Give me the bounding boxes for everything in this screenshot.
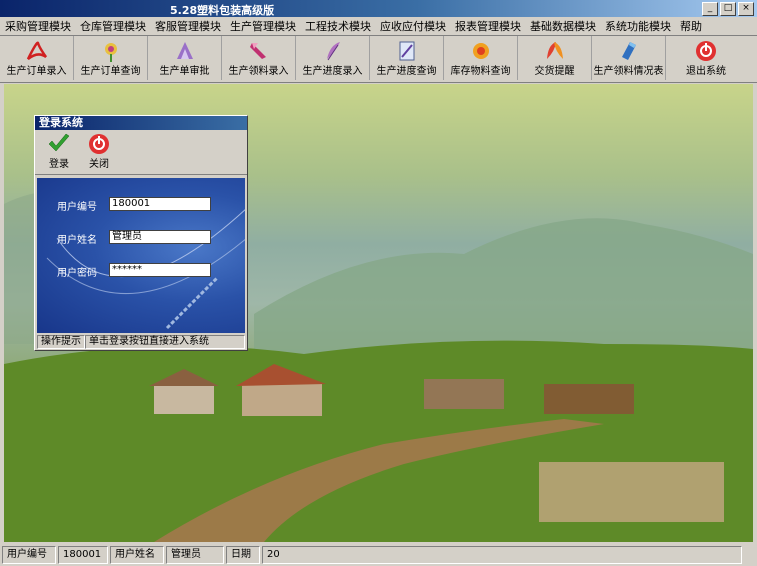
status-date-value: 20 <box>262 546 742 564</box>
login-button[interactable]: 登录 <box>39 130 79 172</box>
toolbar-label: 生产单审批 <box>159 66 210 77</box>
material-requisition-entry-button[interactable]: 生产领料录入 <box>222 36 296 80</box>
window-title: 5.28塑料包装高级版 <box>170 4 275 17</box>
login-button-label: 登录 <box>49 159 69 170</box>
toolbar-label: 交货提醒 <box>534 66 575 77</box>
stamp-icon <box>176 42 193 59</box>
feather-icon <box>326 42 340 61</box>
exit-system-button[interactable]: 退出系统 <box>666 36 746 80</box>
toolbar-label: 生产订单查询 <box>80 66 141 77</box>
toolbar-label: 库存物料查询 <box>450 66 511 77</box>
delivery-reminder-button[interactable]: 交货提醒 <box>518 36 592 80</box>
password-label: 用户密码 <box>57 268 97 279</box>
flower-icon <box>104 43 117 62</box>
progress-entry-button[interactable]: 生产进度录入 <box>296 36 370 80</box>
dialog-status-bar: 操作提示 单击登录按钮直接进入系统 <box>37 335 245 349</box>
production-order-entry-button[interactable]: 生产订单录入 <box>0 36 74 80</box>
hint-label: 操作提示 <box>37 335 85 349</box>
dialog-title: 登录系统 <box>35 116 247 130</box>
login-form-panel: 用户编号 180001 用户姓名 管理员 用户密码 ****** <box>37 178 245 333</box>
toolbar: 生产订单录入 生产订单查询 生产单审批 生产领料录入 生产进度录入 生产进度查询 <box>0 36 757 83</box>
inventory-query-button[interactable]: 库存物料查询 <box>444 36 518 80</box>
requisition-report-button[interactable]: 生产领料情况表 <box>592 36 666 80</box>
production-order-approval-button[interactable]: 生产单审批 <box>148 36 222 80</box>
menu-system[interactable]: 系统功能模块 <box>600 18 675 34</box>
menu-help[interactable]: 帮助 <box>675 18 706 34</box>
production-order-query-button[interactable]: 生产订单查询 <box>74 36 148 80</box>
minimize-button[interactable]: _ <box>702 2 718 16</box>
window-controls: _ □ × <box>702 2 754 16</box>
menu-purchase[interactable]: 采购管理模块 <box>0 18 75 34</box>
menu-bar: 采购管理模块 仓库管理模块 客服管理模块 生产管理模块 工程技术模块 应收应付模… <box>0 17 757 36</box>
login-dialog: 登录系统 登录 关闭 用户编号 180001 用户姓名 管理员 用户密码 ***… <box>34 115 248 351</box>
close-button[interactable]: × <box>738 2 754 16</box>
menu-customer-service[interactable]: 客服管理模块 <box>150 18 225 34</box>
toolbar-label: 退出系统 <box>686 66 726 77</box>
toolbar-label: 生产进度录入 <box>302 66 363 77</box>
leaf-icon <box>546 42 563 59</box>
user-name-label: 用户姓名 <box>57 235 97 246</box>
close-button-label: 关闭 <box>89 159 109 170</box>
menu-engineering[interactable]: 工程技术模块 <box>300 18 375 34</box>
status-user-name-label: 用户姓名 <box>110 546 164 564</box>
password-input[interactable]: ****** <box>109 263 211 277</box>
user-id-label: 用户编号 <box>57 202 97 213</box>
power-icon <box>89 134 109 154</box>
menu-receivable-payable[interactable]: 应收应付模块 <box>375 18 450 34</box>
toolbar-label: 生产领料情况表 <box>593 66 664 77</box>
status-date-label: 日期 <box>226 546 260 564</box>
toolbar-label: 生产订单录入 <box>6 66 67 77</box>
user-id-input[interactable]: 180001 <box>109 197 211 211</box>
status-user-name-value: 管理员 <box>166 546 224 564</box>
acrobat-icon <box>26 41 47 60</box>
user-name-input[interactable]: 管理员 <box>109 230 211 244</box>
checkmark-icon <box>48 133 70 152</box>
status-user-id-value: 180001 <box>58 546 108 564</box>
maximize-button[interactable]: □ <box>720 2 736 16</box>
status-user-id-label: 用户编号 <box>2 546 56 564</box>
close-dialog-button[interactable]: 关闭 <box>79 130 119 172</box>
hint-text: 单击登录按钮直接进入系统 <box>85 335 245 349</box>
menu-reports[interactable]: 报表管理模块 <box>450 18 525 34</box>
gear-flower-icon <box>472 43 489 59</box>
power-icon <box>696 41 716 61</box>
dialog-toolbar: 登录 关闭 <box>35 130 247 175</box>
menu-warehouse[interactable]: 仓库管理模块 <box>75 18 150 34</box>
toolbar-label: 生产进度查询 <box>376 66 437 77</box>
brush-icon <box>621 42 636 60</box>
document-icon <box>399 41 414 61</box>
menu-basic-data[interactable]: 基础数据模块 <box>525 18 600 34</box>
window-titlebar: 5.28塑料包装高级版 _ □ × <box>0 0 757 17</box>
status-bar: 用户编号 180001 用户姓名 管理员 日期 20 <box>0 544 757 566</box>
progress-query-button[interactable]: 生产进度查询 <box>370 36 444 80</box>
pen-icon <box>249 43 266 59</box>
toolbar-label: 生产领料录入 <box>228 66 289 77</box>
menu-production[interactable]: 生产管理模块 <box>225 18 300 34</box>
